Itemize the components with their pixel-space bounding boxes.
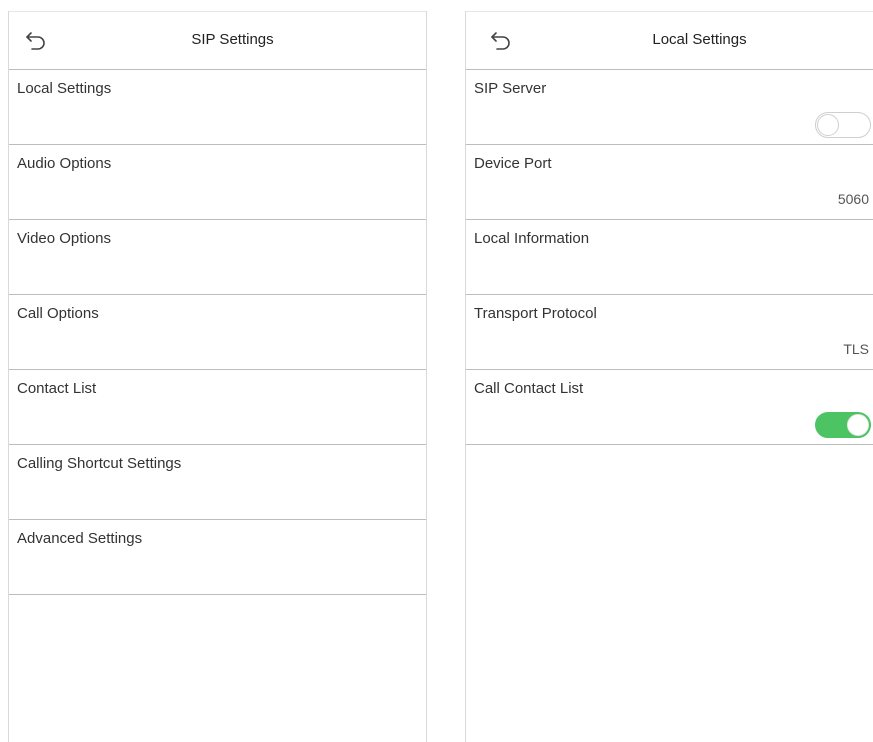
local-settings-header: Local Settings bbox=[466, 11, 873, 70]
menu-item-audio-options[interactable]: Audio Options bbox=[9, 145, 426, 220]
menu-item-video-options[interactable]: Video Options bbox=[9, 220, 426, 295]
setting-sip-server[interactable]: SIP Server bbox=[466, 70, 873, 145]
menu-item-label: Contact List bbox=[17, 380, 97, 397]
menu-item-label: Advanced Settings bbox=[17, 530, 143, 547]
setting-label: Call Contact List bbox=[474, 380, 584, 397]
setting-local-information[interactable]: Local Information bbox=[466, 220, 873, 295]
menu-item-contact-list[interactable]: Contact List bbox=[9, 370, 426, 445]
call-contact-list-toggle[interactable] bbox=[815, 412, 871, 438]
page-title: SIP Settings bbox=[191, 31, 274, 48]
setting-transport-protocol[interactable]: Transport Protocol TLS bbox=[466, 295, 873, 370]
page-title: Local Settings bbox=[652, 31, 747, 48]
transport-protocol-value: TLS bbox=[843, 341, 869, 357]
menu-item-advanced-settings[interactable]: Advanced Settings bbox=[9, 520, 426, 595]
device-port-value: 5060 bbox=[837, 191, 869, 207]
sip-settings-header: SIP Settings bbox=[9, 11, 426, 70]
toggle-knob bbox=[847, 414, 869, 436]
menu-item-local-settings[interactable]: Local Settings bbox=[9, 70, 426, 145]
setting-label: Transport Protocol bbox=[474, 305, 597, 322]
menu-item-calling-shortcut-settings[interactable]: Calling Shortcut Settings bbox=[9, 445, 426, 520]
menu-item-label: Audio Options bbox=[17, 155, 112, 172]
setting-label: SIP Server bbox=[474, 80, 547, 97]
setting-label: Device Port bbox=[474, 155, 552, 172]
sip-server-toggle[interactable] bbox=[815, 112, 871, 138]
menu-item-label: Calling Shortcut Settings bbox=[17, 455, 182, 472]
menu-item-call-options[interactable]: Call Options bbox=[9, 295, 426, 370]
setting-call-contact-list[interactable]: Call Contact List bbox=[466, 370, 873, 445]
sip-settings-panel: SIP Settings Local Settings Audio Option… bbox=[8, 11, 427, 742]
menu-item-label: Local Settings bbox=[17, 80, 112, 97]
setting-device-port[interactable]: Device Port 5060 bbox=[466, 145, 873, 220]
local-settings-panel: Local Settings SIP Server Device Port 50… bbox=[465, 11, 873, 742]
menu-item-label: Call Options bbox=[17, 305, 99, 322]
setting-label: Local Information bbox=[474, 230, 590, 247]
toggle-knob bbox=[817, 114, 839, 136]
menu-item-label: Video Options bbox=[17, 230, 111, 247]
